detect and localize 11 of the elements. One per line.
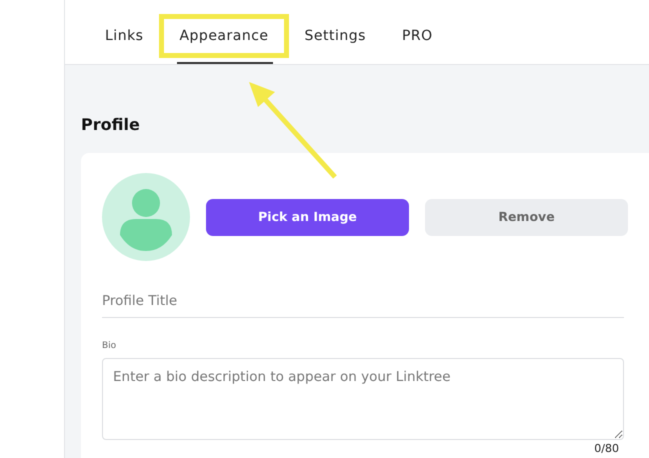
section-heading: Profile <box>81 114 141 136</box>
tab[interactable]: Appearance <box>161 8 287 64</box>
bio-label: Bio <box>102 340 118 354</box>
character-counter: 0/80 <box>593 440 619 457</box>
tab[interactable]: Links <box>87 8 162 64</box>
tab[interactable]: Settings <box>286 8 384 64</box>
tab[interactable]: PRO <box>384 8 451 64</box>
avatar-icon <box>102 173 190 261</box>
bio-field[interactable]: Enter a bio description to appear on your Linktree <box>102 358 624 440</box>
remove-button[interactable]: Remove <box>425 198 628 236</box>
pick-image-button[interactable]: Pick an Image <box>206 198 409 236</box>
